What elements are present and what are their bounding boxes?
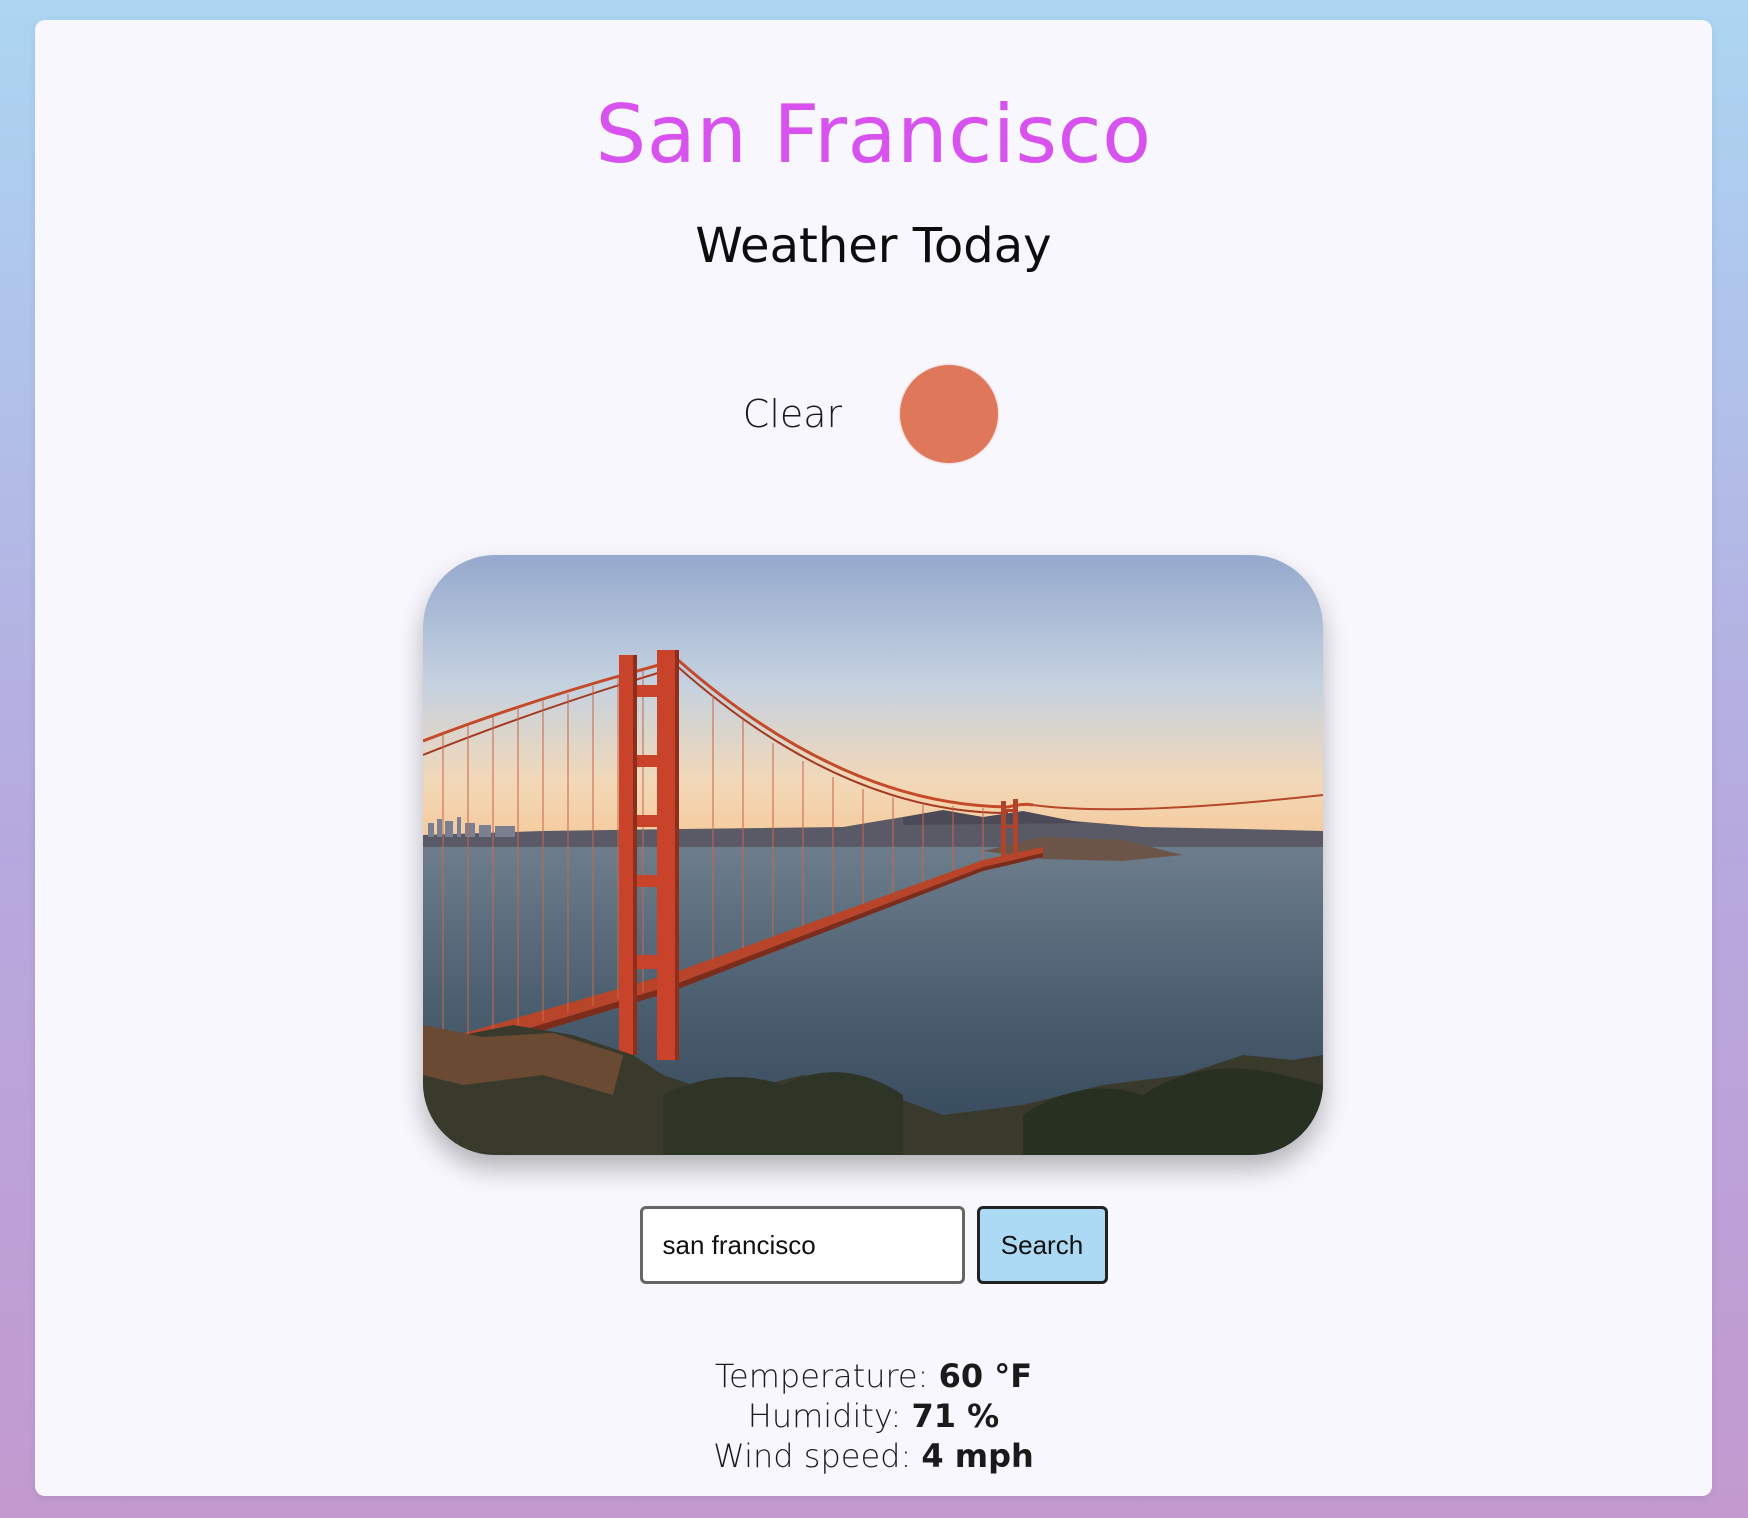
search-input[interactable] [639,1206,965,1284]
golden-gate-bridge-photo [423,555,1323,1155]
weather-condition: Clear [35,365,1712,463]
temperature-value: 60 °F [938,1357,1033,1395]
sun-icon [900,365,999,463]
city-title: San Francisco [595,88,1152,181]
weather-stats: Temperature: 60 °F Humidity: 71 % Wind s… [35,1356,1712,1476]
wind-value: 4 mph [921,1437,1034,1475]
search-bar: Search [35,1206,1712,1284]
wind-row: Wind speed: 4 mph [35,1436,1712,1476]
search-button[interactable]: Search [976,1206,1108,1284]
city-photo [423,555,1323,1155]
humidity-row: Humidity: 71 % [35,1396,1712,1436]
humidity-label: Humidity: [747,1397,902,1435]
page-subtitle: Weather Today [695,218,1052,274]
humidity-value: 71 % [911,1397,1000,1435]
temperature-label: Temperature: [714,1357,929,1395]
wind-label: Wind speed: [713,1437,912,1475]
condition-label: Clear [742,392,843,436]
temperature-row: Temperature: 60 °F [35,1356,1712,1396]
weather-card: San Francisco Weather Today Clear san fr… [35,20,1712,1496]
